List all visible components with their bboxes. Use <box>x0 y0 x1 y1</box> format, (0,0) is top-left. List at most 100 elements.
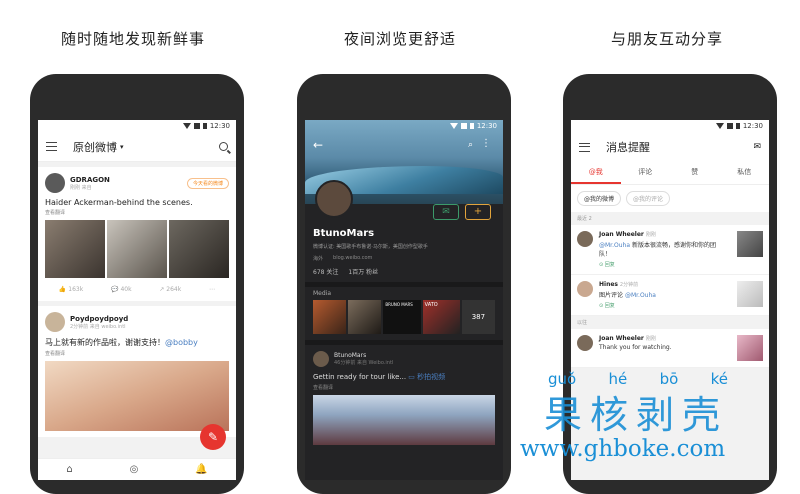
pill-badge[interactable]: 今天看的微博 <box>186 177 229 189</box>
menu-icon[interactable] <box>46 142 57 151</box>
feed-card[interactable]: Poydpoydpoyd 2分钟前 来自 weibo.intl 马上就有新的作品… <box>38 306 236 437</box>
more-icon[interactable]: ⋮ <box>481 138 491 149</box>
compose-icon[interactable]: ✉ <box>753 142 761 152</box>
notification-item[interactable]: Joan Wheeler 刚刚 @Mr.Ouha 新版本很流畅，感谢你和你的团队… <box>571 225 769 275</box>
back-arrow-icon[interactable]: ← <box>313 138 323 152</box>
follow-count[interactable]: 678 关注 <box>313 267 338 276</box>
mention-link[interactable]: @Mr.Ouha <box>625 292 656 299</box>
reply-button[interactable]: ⊙ 回复 <box>599 261 717 268</box>
menu-icon[interactable] <box>579 142 590 152</box>
user-name[interactable]: GDRAGON <box>70 176 110 184</box>
like-button[interactable]: 👍 163k <box>59 286 83 293</box>
blog-link[interactable]: blog.weibo.com <box>333 255 372 262</box>
media-label: Media <box>313 290 332 297</box>
verify-text: 微博认证: 美国歌手布鲁诺·马尔斯，美国创作型歌手 <box>313 244 428 250</box>
chip-my-comments[interactable]: @我的评论 <box>626 191 671 206</box>
message-text: 图片评论 <box>599 292 624 299</box>
avatar[interactable] <box>577 281 593 297</box>
tab-comments[interactable]: 评论 <box>621 162 671 184</box>
app-header: 消息提醒 ✉ <box>571 132 769 162</box>
media-more[interactable]: 387 <box>461 300 496 334</box>
translate-link[interactable]: 查看翻译 <box>45 350 229 357</box>
post-image[interactable] <box>313 395 495 445</box>
user-name[interactable]: Joan Wheeler <box>599 231 644 238</box>
follow-button[interactable]: + <box>465 204 491 220</box>
phone-2: 12:30 ← ⌕ ⋮ ✉ + BtunoMars 微博认证: 美国歌手布鲁诺·… <box>297 74 511 494</box>
avatar[interactable] <box>45 173 65 193</box>
section-label: 以往 <box>577 320 588 326</box>
notification-item[interactable]: Joan Wheeler 刚刚 Thank you for watching. <box>571 329 769 368</box>
avatar[interactable] <box>313 351 329 367</box>
wifi-icon <box>715 123 724 129</box>
avatar[interactable] <box>315 180 353 218</box>
search-icon[interactable]: ⌕ <box>468 140 473 150</box>
avatar[interactable] <box>577 231 593 247</box>
notification-item[interactable]: Hines 2分钟前 图片评论 @Mr.Ouha ⊙ 回复 <box>571 275 769 316</box>
avatar[interactable] <box>45 312 65 332</box>
photo[interactable] <box>45 220 105 278</box>
reply-button[interactable]: ⊙ 回复 <box>599 302 717 309</box>
compose-button[interactable]: ✎ <box>200 424 226 450</box>
notification-icon[interactable]: 🔔 <box>195 464 207 475</box>
avatar[interactable] <box>577 335 593 351</box>
tab-mentions[interactable]: @我 <box>571 162 621 184</box>
post-text: Gettin ready for tour like... <box>313 373 407 381</box>
media-thumb[interactable] <box>348 300 382 334</box>
photo[interactable] <box>107 220 167 278</box>
watermark-hanzi: 果核剥壳 <box>544 393 729 437</box>
media-thumb[interactable] <box>313 300 347 334</box>
watermark-url: www.ghboke.com <box>520 436 726 462</box>
thumbnail[interactable] <box>737 335 763 361</box>
signal-icon <box>726 123 733 129</box>
media-thumb[interactable]: VATO <box>422 300 460 334</box>
comment-button[interactable]: 💬 40k <box>111 286 132 293</box>
translate-link[interactable]: 查看翻译 <box>313 384 495 391</box>
chip-my-posts[interactable]: @我的微博 <box>577 191 622 206</box>
bottom-nav: ⌂ ◎ 🔔 <box>38 458 236 480</box>
share-icon[interactable]: ⋯ <box>209 286 215 293</box>
status-bar: 12:30 <box>571 120 769 132</box>
search-icon[interactable] <box>219 142 228 151</box>
time: 2分钟前 <box>619 282 639 288</box>
photo-grid <box>45 220 229 278</box>
user-name[interactable]: BtunoMars <box>334 352 393 359</box>
caption-1: 随时随地发现新鲜事 <box>60 30 205 48</box>
home-icon[interactable]: ⌂ <box>66 464 72 475</box>
battery-icon <box>202 123 207 129</box>
user-name[interactable]: Joan Wheeler <box>599 335 644 342</box>
page-title: 消息提醒 <box>606 141 650 154</box>
video-link[interactable]: ▭ 秒拍视频 <box>408 373 445 381</box>
message-button[interactable]: ✉ <box>433 204 459 220</box>
media-row: BRUNO MARS VATO 387 <box>313 300 496 334</box>
app-header: 原创微博 ▾ <box>38 132 236 162</box>
profile-name: BtunoMars <box>313 228 375 239</box>
caret-down-icon[interactable]: ▾ <box>120 143 124 151</box>
caption-2: 夜间浏览更舒适 <box>343 30 456 48</box>
fans-count[interactable]: 1百万 粉丝 <box>348 267 378 276</box>
feed-card[interactable]: GDRAGON 刚刚 来自 今天看的微博 Haider Ackerman-beh… <box>38 167 236 301</box>
time: 刚刚 <box>645 336 656 342</box>
mention-link[interactable]: @bobby <box>165 338 198 347</box>
tab-likes[interactable]: 赞 <box>670 162 720 184</box>
thumbnail[interactable] <box>737 281 763 307</box>
status-time: 12:30 <box>209 122 230 130</box>
feed-title[interactable]: 原创微博 <box>73 139 117 155</box>
post-text: 马上就有新的作品啦，谢谢支持！ <box>45 338 165 347</box>
post-image[interactable] <box>45 361 229 431</box>
message-text: Thank you for watching. <box>599 344 672 351</box>
post-meta: 刚刚 来自 <box>70 184 92 191</box>
post-meta: 46分钟前 来自 Weibo.intl <box>334 360 394 366</box>
repost-button[interactable]: ↗ 264k <box>159 286 181 293</box>
user-name[interactable]: Poydpoydpoyd <box>70 315 128 323</box>
location-text: 海外 <box>313 256 324 262</box>
translate-link[interactable]: 查看翻译 <box>45 209 229 216</box>
photo[interactable] <box>169 220 229 278</box>
tab-bar: @我 评论 赞 私信 <box>571 162 769 185</box>
thumbnail[interactable] <box>737 231 763 257</box>
mention-link[interactable]: @Mr.Ouha <box>599 242 630 249</box>
tab-messages[interactable]: 私信 <box>720 162 770 184</box>
user-name[interactable]: Hines <box>599 281 618 288</box>
discover-icon[interactable]: ◎ <box>130 464 139 475</box>
media-thumb[interactable]: BRUNO MARS <box>383 300 421 334</box>
filter-chips: @我的微博 @我的评论 <box>571 185 769 212</box>
